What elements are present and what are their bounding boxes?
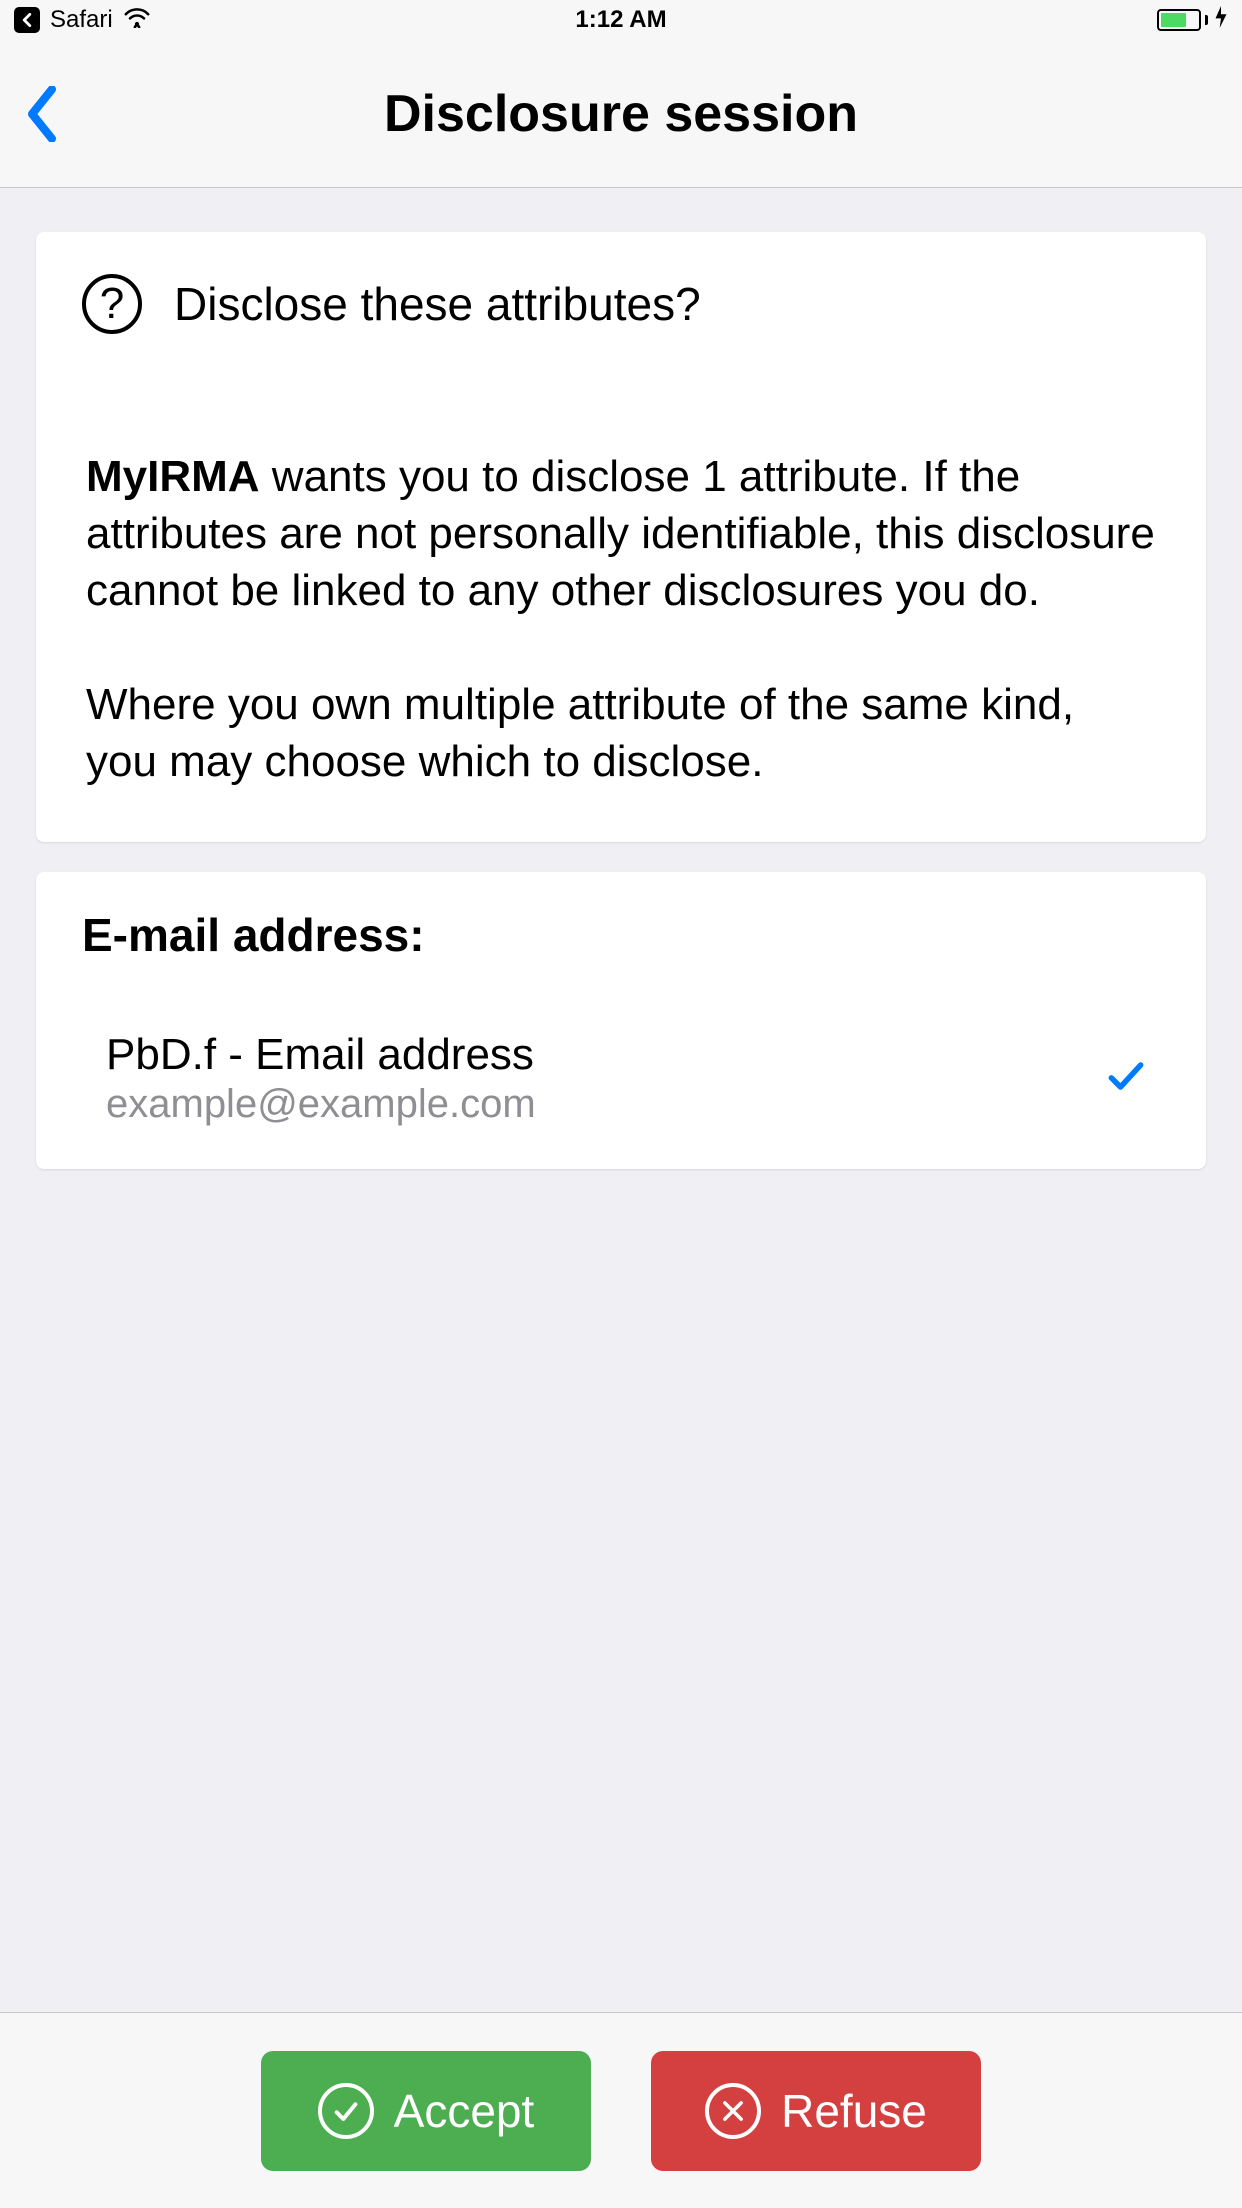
accept-button[interactable]: Accept <box>261 2051 591 2171</box>
accept-label: Accept <box>394 2084 535 2138</box>
status-bar: Safari 1:12 AM <box>0 0 1242 40</box>
checkmark-icon <box>1104 1054 1148 1103</box>
question-icon: ? <box>82 274 142 334</box>
battery-indicator <box>1157 9 1208 31</box>
back-button[interactable] <box>24 80 68 148</box>
disclosure-body-2: Where you own multiple attribute of the … <box>86 676 1156 790</box>
card-body-text: MyIRMA wants you to disclose 1 attribute… <box>36 360 1206 842</box>
requester-name: MyIRMA <box>86 452 260 501</box>
attribute-option[interactable]: PbD.f - Email address example@example.co… <box>82 1030 1160 1127</box>
page-title: Disclosure session <box>0 84 1242 144</box>
attribute-issuer: PbD.f - Email address <box>106 1030 536 1080</box>
card-question-text: Disclose these attributes? <box>174 277 701 331</box>
content-area: ? Disclose these attributes? MyIRMA want… <box>0 188 1242 1169</box>
attribute-value: example@example.com <box>106 1082 536 1127</box>
status-time: 1:12 AM <box>0 6 1242 34</box>
refuse-button[interactable]: Refuse <box>651 2051 981 2171</box>
attribute-label: E-mail address: <box>82 908 1160 962</box>
bottom-action-bar: Accept Refuse <box>0 2012 1242 2208</box>
x-circle-icon <box>705 2083 761 2139</box>
disclosure-info-card: ? Disclose these attributes? MyIRMA want… <box>36 232 1206 842</box>
checkmark-circle-icon <box>318 2083 374 2139</box>
navigation-bar: Disclosure session <box>0 40 1242 188</box>
refuse-label: Refuse <box>781 2084 927 2138</box>
attribute-card: E-mail address: PbD.f - Email address ex… <box>36 872 1206 1169</box>
